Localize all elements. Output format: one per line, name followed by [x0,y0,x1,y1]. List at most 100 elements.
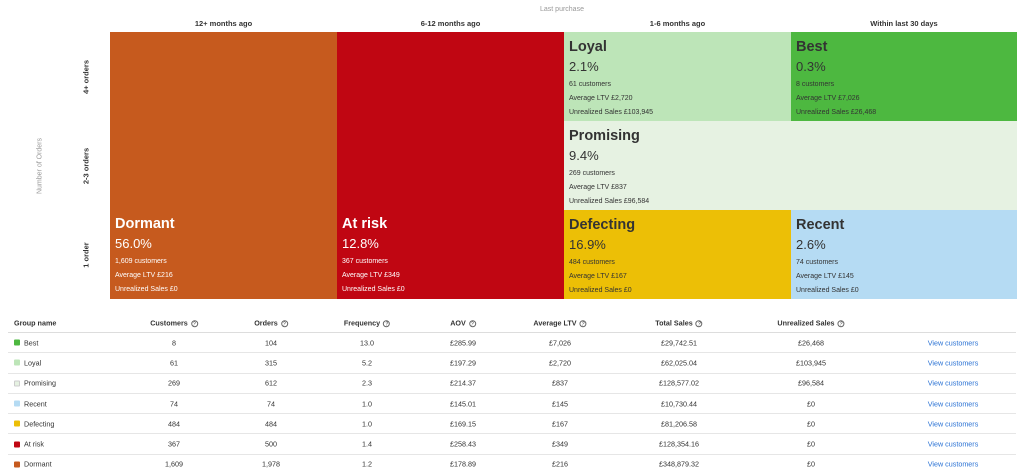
header-unrealized-sales: Unrealized Sales? [777,317,845,328]
group-name: Recent [24,399,47,409]
group-name-cell: At risk [14,440,44,449]
view-customers-link[interactable]: View customers [928,338,979,347]
frequency-cell: 2.3 [362,378,372,388]
orders-cell: 74 [267,399,275,409]
segment-percentage: 16.9% [569,237,606,252]
unrealized-cell: £0 [807,439,815,449]
unrealized-cell: £0 [807,459,815,469]
segment-percentage: 0.3% [796,59,826,74]
color-swatch [14,380,20,387]
header-average-ltv: Average LTV? [533,318,587,328]
help-icon[interactable]: ? [280,320,288,328]
header-label: Unrealized Sales [777,317,835,327]
segment-unrealized-sales: Unrealized Sales £0 [115,286,178,293]
header-orders: Orders? [254,318,288,328]
aov-cell: £258.43 [450,439,476,449]
view-customers-link[interactable]: View customers [928,440,979,449]
frequency-cell: 1.4 [362,439,372,449]
total-cell: £128,577.02 [659,378,699,388]
segment-title: Best [796,39,828,55]
customers-cell: 1,609 [165,459,183,469]
segment-at-risk[interactable]: At risk 12.8% 367 customers Average LTV … [337,32,564,299]
view-customers-link[interactable]: View customers [928,379,979,388]
table-header-row: Group name Customers? Orders? Frequency?… [8,313,1016,333]
help-icon[interactable]: ? [383,320,391,328]
table-row: Loyal 61 315 5.2 £197.29 £2,720 £62,025.04 £103… [8,353,1016,374]
column-header-6-12-months: 6-12 months ago [420,19,481,28]
group-name: Dormant [24,459,52,469]
help-icon[interactable]: ? [837,320,845,328]
unrealized-cell: £0 [807,399,815,409]
column-header-last-30-days: Within last 30 days [870,19,938,28]
segment-percentage: 2.6% [796,237,826,252]
segment-customers: 74 customers [796,259,839,266]
group-name: Promising [24,378,56,388]
table-row: Best 8 104 13.0 £285.99 £7,026 £29,742.51 £26,4… [8,333,1016,354]
group-name: Loyal [24,358,42,368]
table-row: At risk 367 500 1.4 £258.43 £349 £128,354.16 £0… [8,434,1016,455]
segments-table: Group name Customers? Orders? Frequency?… [8,313,1016,472]
aov-cell: £197.29 [450,358,476,368]
ltv-cell: £145 [552,399,568,409]
color-swatch [14,441,20,448]
segment-dormant[interactable]: Dormant 56.0% 1,609 customers Average LT… [110,32,337,299]
header-label: AOV [450,317,466,327]
group-name: Best [24,338,39,348]
orders-cell: 484 [265,419,277,429]
customers-cell: 269 [168,378,180,388]
frequency-cell: 13.0 [360,338,374,348]
view-customers-link[interactable]: View customers [928,460,979,469]
segment-promising[interactable]: Promising 9.4% 269 customers Average LTV… [564,121,1017,210]
customers-cell: 74 [170,399,178,409]
segment-percentage: 56.0% [115,236,152,251]
segment-unrealized-sales: Unrealized Sales £103,945 [569,109,654,116]
header-aov: AOV? [450,318,476,328]
group-name-cell: Dormant [14,460,52,469]
group-name-cell: Defecting [14,419,54,428]
header-frequency: Frequency? [343,317,391,328]
segment-best[interactable]: Best 0.3% 8 customers Average LTV £7,026… [791,32,1017,121]
segment-average-ltv: Average LTV £2,720 [569,95,633,102]
ltv-cell: £2,720 [549,358,571,368]
help-icon[interactable]: ? [190,320,198,328]
table-row: Defecting 484 484 1.0 £169.15 £167 £81,206.58 £… [8,414,1016,435]
segment-average-ltv: Average LTV £167 [569,273,627,280]
group-name-cell: Recent [14,399,47,408]
unrealized-cell: £0 [807,419,815,429]
segment-average-ltv: Average LTV £349 [342,272,400,279]
color-swatch [14,359,20,366]
aov-cell: £214.37 [450,378,476,388]
view-customers-link[interactable]: View customers [928,399,979,408]
aov-cell: £285.99 [450,338,476,348]
help-icon[interactable]: ? [579,320,587,328]
frequency-cell: 1.0 [362,399,372,409]
help-icon[interactable]: ? [695,320,703,328]
view-customers-link[interactable]: View customers [928,358,979,367]
customers-cell: 484 [168,419,180,429]
segment-unrealized-sales: Unrealized Sales £96,584 [569,198,650,205]
segment-customers: 61 customers [569,81,612,88]
segment-customers: 8 customers [796,81,835,88]
color-swatch [14,461,20,468]
aov-cell: £145.01 [450,399,476,409]
segment-percentage: 12.8% [342,236,379,251]
header-label: Customers [150,317,188,327]
unrealized-cell: £103,945 [796,358,826,368]
ltv-cell: £349 [552,439,568,449]
header-customers: Customers? [150,318,198,328]
column-header-12-plus-months: 12+ months ago [194,19,253,28]
color-swatch [14,420,20,427]
table-row: Promising 269 612 2.3 £214.37 £837 £128,577.02… [8,374,1016,394]
segment-customers: 367 customers [342,258,388,265]
segment-defecting[interactable]: Defecting 16.9% 484 customers Average LT… [564,210,791,299]
customers-cell: 367 [168,439,180,449]
help-icon[interactable]: ? [468,320,476,328]
segment-recent[interactable]: Recent 2.6% 74 customers Average LTV £14… [791,210,1017,299]
table-row: Recent 74 74 1.0 £145.01 £145 £10,730.44 £0 View… [8,394,1016,415]
group-name-cell: Loyal [14,358,41,367]
segment-customers: 269 customers [569,170,615,177]
segment-loyal[interactable]: Loyal 2.1% 61 customers Average LTV £2,7… [564,32,791,121]
view-customers-link[interactable]: View customers [928,419,979,428]
last-purchase-axis-label: Last purchase [540,6,584,13]
header-label: Frequency [343,317,381,327]
